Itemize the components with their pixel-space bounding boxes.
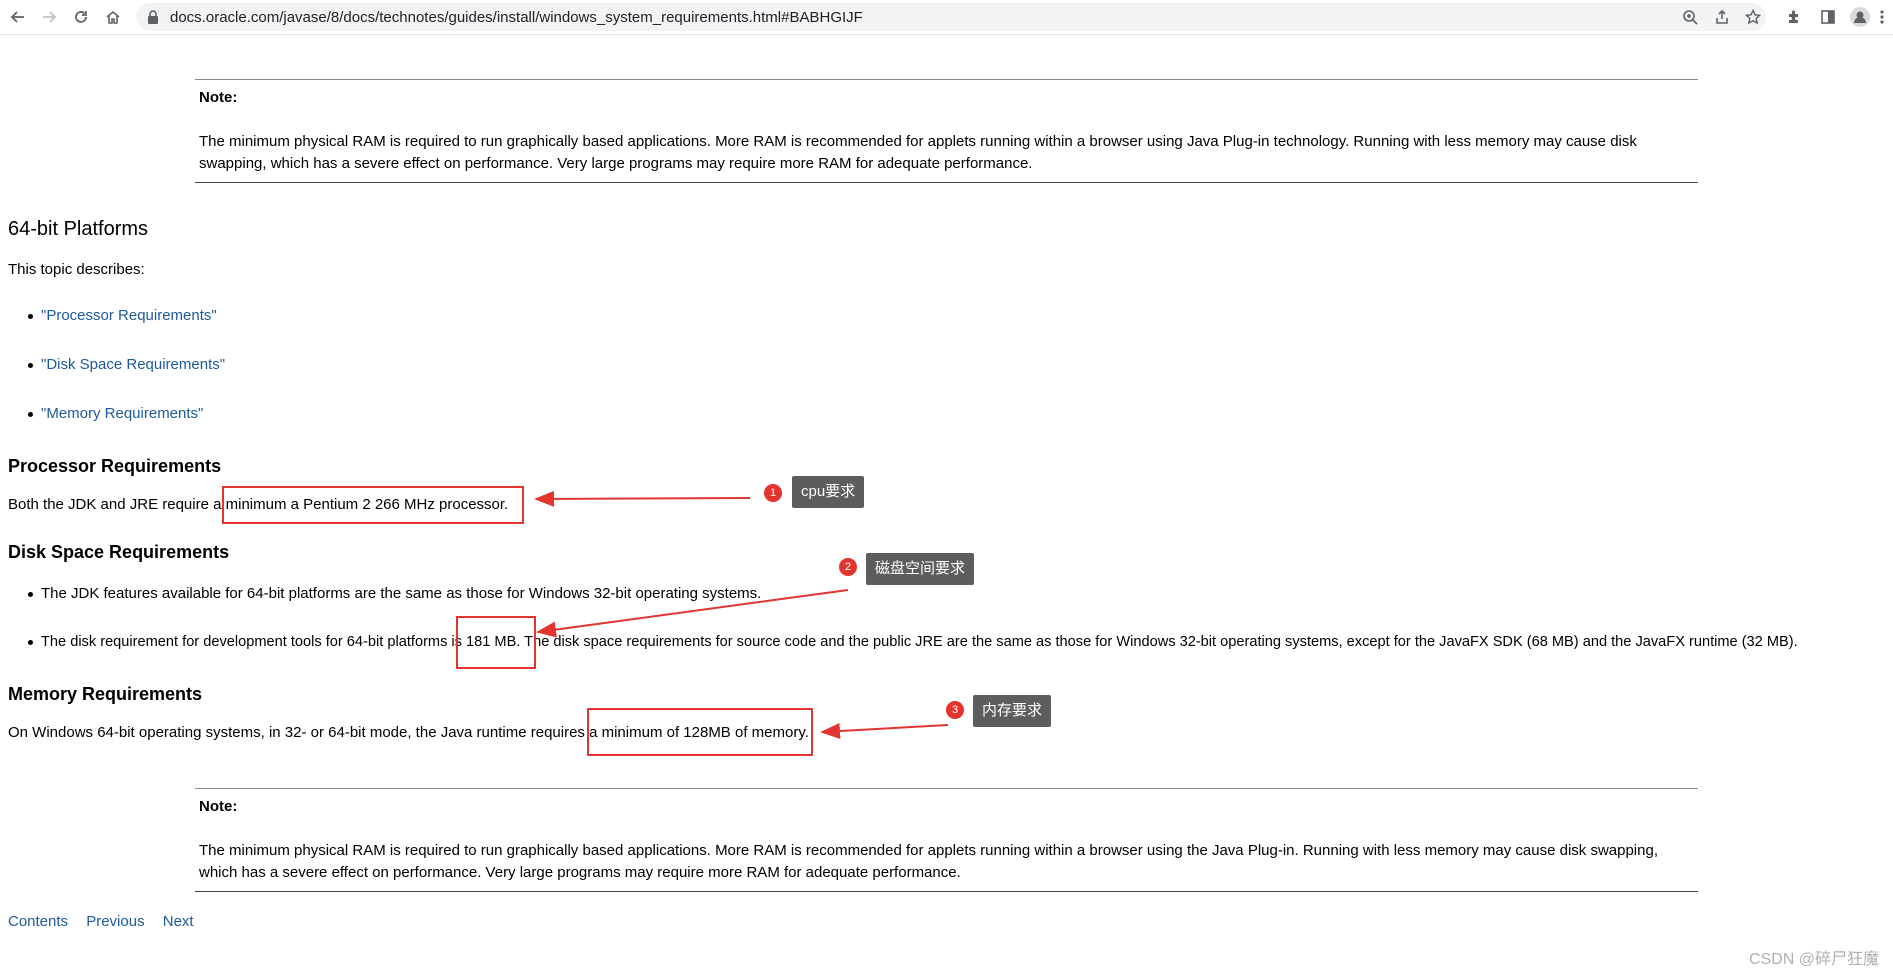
url-text[interactable]: docs.oracle.com/javase/8/docs/technotes/… bbox=[170, 9, 863, 26]
address-bar[interactable]: docs.oracle.com/javase/8/docs/technotes/… bbox=[136, 3, 1766, 31]
annotation-tag-cpu: cpu要求 bbox=[792, 476, 865, 508]
forward-icon[interactable] bbox=[37, 5, 61, 29]
annotation-tag-disk: 磁盘空间要求 bbox=[866, 553, 975, 585]
side-panel-icon[interactable] bbox=[1816, 5, 1840, 29]
home-icon[interactable] bbox=[101, 5, 125, 29]
arrow-processor bbox=[534, 490, 751, 507]
annotation-badge-3: 3 bbox=[946, 701, 964, 719]
share-icon[interactable] bbox=[1713, 8, 1731, 26]
profile-icon[interactable] bbox=[1848, 5, 1872, 29]
annotation-badge-2: 2 bbox=[839, 558, 857, 576]
annotation-arrows bbox=[534, 490, 949, 739]
page-content: Note: The minimum physical RAM is requir… bbox=[0, 35, 1893, 977]
arrow-disk bbox=[536, 589, 849, 638]
annotation-tag-memory: 内存要求 bbox=[973, 695, 1052, 727]
lock-icon[interactable] bbox=[146, 9, 162, 25]
browser-toolbar: docs.oracle.com/javase/8/docs/technotes/… bbox=[0, 0, 1893, 35]
star-icon[interactable] bbox=[1744, 8, 1762, 26]
extensions-icon[interactable] bbox=[1782, 5, 1806, 29]
annotation-badge-1: 1 bbox=[764, 484, 782, 502]
menu-icon[interactable] bbox=[1874, 5, 1890, 29]
arrow-memory bbox=[820, 723, 949, 739]
watermark: CSDN @碎尸狂魔 bbox=[1748, 951, 1879, 968]
reload-icon[interactable] bbox=[69, 5, 93, 29]
zoom-icon[interactable] bbox=[1681, 8, 1699, 26]
back-icon[interactable] bbox=[6, 5, 30, 29]
